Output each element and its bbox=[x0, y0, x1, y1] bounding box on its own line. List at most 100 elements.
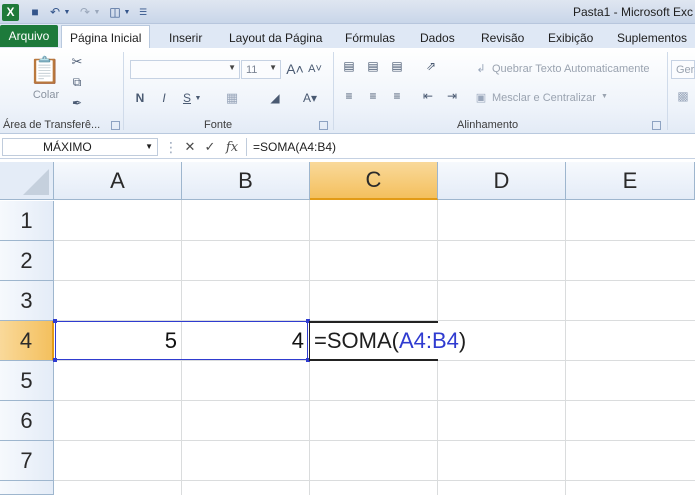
align-right-icon[interactable]: ≡ bbox=[389, 88, 405, 104]
column-header-b[interactable]: B bbox=[182, 162, 310, 200]
undo-dropdown-icon[interactable]: ▼ bbox=[63, 4, 71, 20]
grid-line bbox=[54, 240, 695, 241]
grid-line bbox=[54, 280, 695, 281]
row-header-4[interactable]: 4 bbox=[0, 321, 54, 361]
expand-handle-icon[interactable]: ⋮ bbox=[163, 139, 179, 155]
row-header-8[interactable] bbox=[0, 481, 54, 495]
formula-input[interactable]: =SOMA(A4:B4) bbox=[246, 138, 695, 156]
grid-line bbox=[565, 200, 566, 495]
group-divider bbox=[333, 52, 334, 130]
redo-dropdown-icon[interactable]: ▼ bbox=[93, 4, 101, 20]
name-box-dropdown-icon[interactable]: ▼ bbox=[145, 142, 153, 151]
enter-icon[interactable]: ✓ bbox=[202, 139, 218, 155]
formula-reference: A4:B4 bbox=[398, 328, 459, 353]
borders-icon[interactable]: ▦ bbox=[222, 90, 242, 106]
number-format-combo[interactable]: Gera bbox=[671, 60, 695, 79]
italic-button[interactable]: I bbox=[157, 90, 171, 106]
decrease-indent-icon[interactable]: ⇤ bbox=[420, 88, 436, 104]
tab-insert[interactable]: Inserir bbox=[169, 27, 202, 48]
select-all-button[interactable] bbox=[0, 162, 54, 200]
print-dropdown-icon[interactable]: ▼ bbox=[123, 4, 131, 20]
tab-file[interactable]: Arquivo bbox=[0, 25, 58, 47]
bold-button[interactable]: N bbox=[133, 90, 147, 106]
font-size-value: 11 bbox=[246, 63, 258, 76]
row-header-7[interactable]: 7 bbox=[0, 441, 54, 481]
increase-indent-icon[interactable]: ⇥ bbox=[444, 88, 460, 104]
font-group-label: Fonte bbox=[204, 119, 233, 131]
title-bar: X ■ ↶ ▼ ↷ ▼ ◫ ▼ ☰ Pasta1 - Microsoft Exc bbox=[0, 0, 695, 24]
tab-formulas[interactable]: Fórmulas bbox=[345, 27, 395, 48]
fill-color-icon[interactable]: ◢ bbox=[265, 90, 285, 106]
formula-prefix: =SOMA( bbox=[314, 328, 399, 353]
print-preview-icon[interactable]: ◫ bbox=[107, 4, 123, 20]
font-size-combo[interactable]: 11 ▼ bbox=[241, 60, 281, 79]
merge-center-button[interactable]: Mesclar e Centralizar bbox=[492, 92, 596, 104]
align-center-icon[interactable]: ≡ bbox=[365, 88, 381, 104]
cancel-icon[interactable]: ✕ bbox=[182, 139, 198, 155]
align-middle-icon[interactable]: ▤ bbox=[365, 58, 381, 74]
orientation-icon[interactable]: ⇗ bbox=[420, 58, 442, 74]
grid-line bbox=[54, 440, 695, 441]
underline-dropdown-icon[interactable]: ▼ bbox=[194, 92, 202, 104]
column-header-e[interactable]: E bbox=[566, 162, 695, 200]
wrap-text-icon[interactable]: ↲ bbox=[473, 60, 489, 76]
tab-page-layout[interactable]: Layout da Página bbox=[229, 27, 322, 48]
customize-icon[interactable]: ☰ bbox=[135, 4, 151, 20]
window-title: Pasta1 - Microsoft Exc bbox=[572, 5, 693, 19]
font-name-combo[interactable]: ▼ bbox=[130, 60, 240, 79]
formula-bar: MÁXIMO ▼ ⋮ ✕ ✓ fx =SOMA(A4:B4) bbox=[0, 135, 695, 159]
undo-icon[interactable]: ↶ bbox=[47, 4, 63, 20]
redo-icon[interactable]: ↷ bbox=[77, 4, 93, 20]
grid-line bbox=[54, 400, 695, 401]
cut-icon[interactable]: ✂ bbox=[69, 54, 85, 70]
font-launcher-icon[interactable] bbox=[319, 121, 328, 130]
paste-button[interactable]: Colar bbox=[28, 88, 64, 102]
tab-home[interactable]: Página Inicial bbox=[61, 25, 151, 49]
format-painter-icon[interactable]: ✒ bbox=[69, 95, 85, 111]
align-left-icon[interactable]: ≡ bbox=[341, 88, 357, 104]
tab-addins[interactable]: Suplementos bbox=[617, 27, 687, 48]
tab-view[interactable]: Exibição bbox=[548, 27, 593, 48]
cell-a4[interactable]: 5 bbox=[55, 321, 181, 361]
insert-function-icon[interactable]: fx bbox=[224, 139, 240, 155]
row-header-3[interactable]: 3 bbox=[0, 281, 54, 321]
row-header-2[interactable]: 2 bbox=[0, 241, 54, 281]
wrap-text-button[interactable]: Quebrar Texto Automaticamente bbox=[492, 63, 650, 75]
formula-suffix: ) bbox=[458, 328, 467, 353]
copy-icon[interactable]: ⧉ bbox=[69, 74, 85, 90]
quick-access-toolbar: X ■ ↶ ▼ ↷ ▼ ◫ ▼ ☰ bbox=[2, 3, 151, 21]
group-divider bbox=[667, 52, 668, 130]
column-header-a[interactable]: A bbox=[54, 162, 182, 200]
font-color-icon[interactable]: A▾ bbox=[300, 90, 320, 106]
accounting-format-icon[interactable]: ▩ bbox=[675, 88, 691, 104]
clipboard-group-label: Área de Transferê... bbox=[3, 119, 101, 131]
cell-b4[interactable]: 4 bbox=[182, 321, 308, 361]
underline-button[interactable]: S bbox=[180, 90, 194, 106]
grow-font-icon[interactable]: A˄ bbox=[286, 60, 304, 78]
ribbon: 📋 Colar ✂ ⧉ ✒ Área de Transferê... ▼ 11 ▼… bbox=[0, 48, 695, 134]
grid-line bbox=[54, 480, 695, 481]
save-icon[interactable]: ■ bbox=[27, 4, 43, 20]
name-box-value: MÁXIMO bbox=[43, 140, 92, 154]
row-header-5[interactable]: 5 bbox=[0, 361, 54, 401]
align-bottom-icon[interactable]: ▤ bbox=[389, 58, 405, 74]
align-top-icon[interactable]: ▤ bbox=[341, 58, 357, 74]
group-divider bbox=[123, 52, 124, 130]
merge-center-icon[interactable]: ▣ bbox=[473, 89, 489, 105]
clipboard-launcher-icon[interactable] bbox=[111, 121, 120, 130]
column-header-d[interactable]: D bbox=[438, 162, 566, 200]
paste-icon[interactable]: 📋 bbox=[29, 52, 61, 88]
column-header-c[interactable]: C bbox=[310, 162, 438, 200]
row-header-6[interactable]: 6 bbox=[0, 401, 54, 441]
merge-dropdown-icon[interactable]: ▼ bbox=[601, 93, 608, 100]
shrink-font-icon[interactable]: A˅ bbox=[307, 60, 323, 78]
name-box[interactable]: MÁXIMO ▼ bbox=[2, 138, 158, 156]
worksheet-grid[interactable]: A B C D E 1 2 3 4 5 6 7 5 4 =SOMA(A4:B4) bbox=[0, 162, 695, 495]
excel-logo-icon[interactable]: X bbox=[2, 3, 19, 21]
cell-c4-editing[interactable]: =SOMA(A4:B4) bbox=[309, 321, 466, 361]
row-header-1[interactable]: 1 bbox=[0, 201, 54, 241]
tab-review[interactable]: Revisão bbox=[481, 27, 524, 48]
alignment-launcher-icon[interactable] bbox=[652, 121, 661, 130]
tab-data[interactable]: Dados bbox=[420, 27, 455, 48]
alignment-group-label: Alinhamento bbox=[457, 119, 519, 131]
